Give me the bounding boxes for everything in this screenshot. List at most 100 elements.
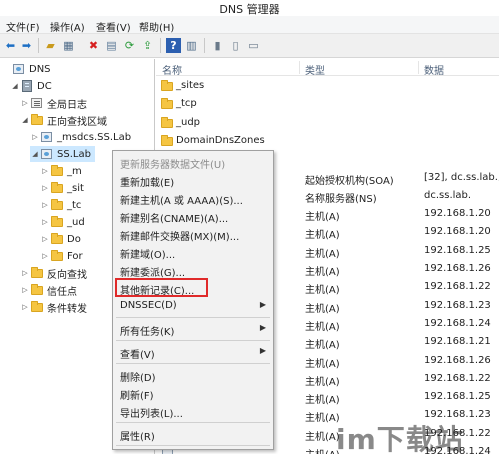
context-menu-item[interactable]: 导出列表(L)... bbox=[113, 402, 273, 420]
info-icon[interactable]: ▥ bbox=[184, 38, 199, 53]
tree-node-label: 条件转发 bbox=[47, 303, 87, 315]
table-row[interactable]: _udp bbox=[156, 114, 499, 132]
refresh-icon[interactable]: ⟳ bbox=[122, 38, 137, 53]
tree-node-label: DC bbox=[37, 80, 52, 92]
context-menu-item[interactable]: 新建别名(CNAME)(A)... bbox=[113, 207, 273, 225]
tree-node-dns[interactable]: DNS bbox=[2, 61, 51, 77]
column-divider[interactable] bbox=[299, 61, 300, 74]
expander[interactable]: ▷ bbox=[20, 99, 30, 107]
tree-node-label: _msdcs.SS.Lab bbox=[57, 131, 132, 143]
expander[interactable]: ▷ bbox=[40, 184, 50, 192]
cell-data: 192.168.1.22 bbox=[424, 281, 491, 293]
menu-help[interactable]: 帮助(H) bbox=[139, 19, 174, 34]
column-header-type[interactable]: 类型 bbox=[305, 62, 325, 77]
tree-node-forestdnszones[interactable]: ▷ For bbox=[40, 248, 83, 264]
delete-icon[interactable]: ✖ bbox=[86, 38, 101, 53]
menu-action[interactable]: 操作(A) bbox=[50, 19, 85, 34]
context-menu-item[interactable]: 所有任务(K) ▶ bbox=[113, 320, 273, 338]
cell-data: [32], dc.ss.lab., bbox=[424, 171, 499, 183]
folder-icon bbox=[50, 216, 64, 228]
expander[interactable]: ▷ bbox=[40, 201, 50, 209]
expander[interactable]: ▷ bbox=[20, 303, 30, 311]
tree-node-trust-points[interactable]: ▷ 信任点 bbox=[20, 282, 77, 298]
table-row[interactable]: _tcp bbox=[156, 95, 499, 113]
context-menu-item[interactable]: 重新加载(E) bbox=[113, 171, 273, 189]
toolbar-separator bbox=[38, 38, 39, 53]
expander[interactable]: ▷ bbox=[30, 133, 40, 141]
menu-item-label: 新建域(O)... bbox=[120, 250, 176, 261]
tree-node-msdcs[interactable]: ▷ _msdcs.SS.Lab bbox=[30, 129, 131, 145]
context-menu-item: 更新服务器数据文件(U) bbox=[113, 153, 273, 171]
context-menu-item[interactable]: 新建主机(A 或 AAAA)(S)... bbox=[113, 189, 273, 207]
menu-separator bbox=[116, 422, 270, 423]
context-menu-item[interactable]: 新建委派(G)... bbox=[113, 261, 273, 279]
highlight-box bbox=[115, 278, 208, 297]
tree-node-label: _sit bbox=[67, 182, 84, 194]
menu-file[interactable]: 文件(F) bbox=[6, 19, 40, 34]
help-icon[interactable]: ? bbox=[166, 38, 181, 53]
cell-type: 主机(A) bbox=[305, 431, 340, 443]
table-row[interactable]: DomainDnsZones bbox=[156, 132, 499, 150]
up-folder-icon[interactable]: ▰ bbox=[43, 38, 58, 53]
expander[interactable]: ▷ bbox=[40, 252, 50, 260]
expander[interactable]: ▷ bbox=[20, 269, 30, 277]
folder-icon bbox=[50, 233, 64, 245]
expander[interactable]: ▷ bbox=[40, 167, 50, 175]
expander[interactable]: ▷ bbox=[40, 218, 50, 226]
record-icon[interactable]: ▭ bbox=[246, 38, 261, 53]
expander[interactable]: ◢ bbox=[20, 116, 30, 124]
column-divider[interactable] bbox=[418, 61, 419, 74]
context-menu-item[interactable]: DNSSEC(D) ▶ bbox=[113, 297, 273, 315]
submenu-arrow-icon: ▶ bbox=[259, 346, 266, 355]
table-row[interactable]: _sites bbox=[156, 77, 499, 95]
tree-node-global-logs[interactable]: ▷ 全局日志 bbox=[20, 95, 87, 111]
window-title: DNS 管理器 bbox=[219, 3, 280, 16]
expander[interactable]: ▷ bbox=[40, 235, 50, 243]
properties-icon[interactable]: ▤ bbox=[104, 38, 119, 53]
cell-type: 主机(A) bbox=[305, 285, 340, 297]
tree-node-label: DNS bbox=[29, 63, 51, 75]
server-icon[interactable]: ▮ bbox=[210, 38, 225, 53]
folder-icon bbox=[160, 98, 174, 110]
context-menu-item[interactable]: 新建域(O)... bbox=[113, 243, 273, 261]
cell-data: 192.168.1.23 bbox=[424, 299, 491, 311]
context-menu-item[interactable]: 新建邮件交换器(MX)(M)... bbox=[113, 225, 273, 243]
tree-node-label: _tc bbox=[67, 199, 82, 211]
tree-node-udp[interactable]: ▷ _ud bbox=[40, 214, 85, 230]
menu-item-label: 重新加载(E) bbox=[120, 178, 175, 189]
export-icon[interactable]: ⇪ bbox=[140, 38, 155, 53]
tree-node-msdcs-sub[interactable]: ▷ _m bbox=[40, 163, 82, 179]
back-icon[interactable]: ⬅ bbox=[3, 38, 18, 53]
context-menu-item[interactable]: 删除(D) bbox=[113, 366, 273, 384]
cell-type: 主机(A) bbox=[305, 376, 340, 388]
context-menu-item[interactable]: 刷新(F) bbox=[113, 384, 273, 402]
console-tree-icon[interactable]: ▦ bbox=[61, 38, 76, 53]
tree-node-dc[interactable]: ◢ DC bbox=[10, 78, 52, 94]
watermark-text: im下载站 bbox=[336, 423, 464, 454]
tree-node-reverse-zones[interactable]: ▷ 反向查找 bbox=[20, 265, 87, 281]
tree-node-sslab[interactable]: ◢ SS.Lab bbox=[30, 146, 95, 162]
expander[interactable]: ◢ bbox=[30, 150, 40, 158]
tree-node-forward-zones[interactable]: ◢ 正向查找区域 bbox=[20, 112, 107, 128]
menu-item-label: 删除(D) bbox=[120, 373, 156, 384]
expander[interactable]: ▷ bbox=[20, 286, 30, 294]
forward-icon[interactable]: ➡ bbox=[19, 38, 34, 53]
tree-node-conditional-forwarders[interactable]: ▷ 条件转发 bbox=[20, 299, 87, 315]
tree-node-domaindnszones[interactable]: ▷ Do bbox=[40, 231, 81, 247]
context-menu-item[interactable]: 查看(V) ▶ bbox=[113, 343, 273, 361]
folder-icon bbox=[30, 284, 44, 296]
column-header-name[interactable]: 名称 bbox=[162, 62, 182, 77]
tree-node-tcp[interactable]: ▷ _tc bbox=[40, 197, 81, 213]
cell-type: 名称服务器(NS) bbox=[305, 193, 377, 205]
context-menu-item[interactable]: 帮助(H) bbox=[113, 448, 273, 454]
toolbar: ⬅ ➡ ▰ ▦ ✖ ▤ ⟳ ⇪ ? ▥ ▮ ▯ ▭ bbox=[0, 34, 499, 58]
cell-data: 192.168.1.20 bbox=[424, 208, 491, 220]
expander[interactable]: ◢ bbox=[10, 82, 20, 90]
menu-view[interactable]: 查看(V) bbox=[96, 19, 131, 34]
cell-data: 192.168.1.26 bbox=[424, 263, 491, 274]
cell-type: 主机(A) bbox=[305, 446, 340, 454]
column-header-data[interactable]: 数据 bbox=[424, 62, 444, 77]
tree-node-sites[interactable]: ▷ _sit bbox=[40, 180, 84, 196]
zone-icon[interactable]: ▯ bbox=[228, 38, 243, 53]
context-menu-item[interactable]: 属性(R) bbox=[113, 425, 273, 443]
